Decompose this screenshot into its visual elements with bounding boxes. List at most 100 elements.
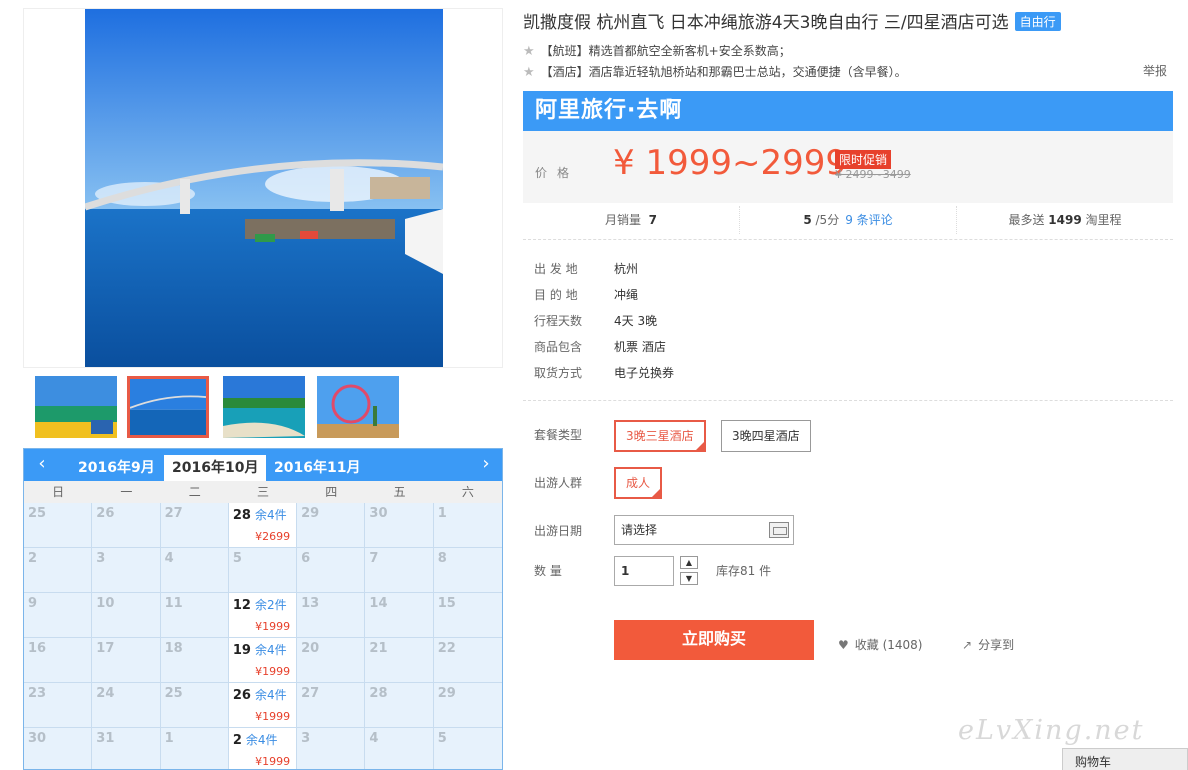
calendar-month-current[interactable]: 2016年10月 — [164, 455, 267, 481]
chevron-left-icon[interactable]: ‹ — [32, 453, 52, 474]
rating-value: 5 — [803, 213, 812, 227]
thumbnail-strip — [23, 372, 503, 444]
calendar-day: 31 — [92, 728, 161, 769]
cart-tab[interactable]: 购物车 — [1062, 748, 1188, 770]
calendar-day: 27 — [160, 503, 229, 548]
date-placeholder: 请选择 — [621, 523, 658, 537]
calendar-day-available[interactable]: 19 余4件 ¥1999 — [228, 638, 298, 683]
share-icon: ↗ — [962, 638, 973, 652]
price-panel: 阿里旅行·去啊 价格 ¥ 1999~2999 限时促销 ¥ 2499~3499 — [523, 91, 1173, 203]
calendar-day-available[interactable]: 2 余4件 ¥1999 — [228, 728, 298, 769]
travel-date-input[interactable]: 请选择 — [614, 515, 794, 545]
thumbnail-1[interactable] — [35, 376, 117, 438]
calendar-day: 5 — [433, 728, 502, 769]
info-value: 电子兑换券 — [614, 366, 675, 380]
crowd-option-adult[interactable]: 成人 — [614, 467, 663, 499]
weekday-label: 六 — [461, 485, 474, 499]
main-product-image — [85, 9, 443, 367]
weekday-label: 日 — [52, 485, 65, 499]
calendar-day: 4 — [365, 728, 434, 769]
calendar-day-number: 11 — [164, 596, 183, 611]
chevron-right-icon[interactable]: › — [476, 453, 496, 474]
calendar-day-number: 28 — [232, 508, 251, 523]
calendar-day: 2 — [24, 548, 93, 593]
calendar-day-price: ¥2699 — [255, 530, 291, 543]
weekday-label: 五 — [393, 485, 406, 499]
feature-flight: ★ 【航班】精选首都航空全新客机+安全系数高； — [523, 42, 791, 59]
quantity-down-button[interactable]: ▼ — [680, 572, 698, 585]
info-value: 杭州 — [614, 262, 639, 276]
calendar-day: 13 — [297, 593, 366, 638]
calendar-day: 23 — [24, 683, 93, 728]
info-value: 机票 酒店 — [614, 340, 666, 354]
promo-badge: 限时促销 — [835, 150, 892, 169]
calendar-day-number: 12 — [232, 598, 251, 613]
calendar-day-number: 4 — [164, 551, 174, 566]
calendar-day-number: 23 — [28, 686, 47, 701]
reviews-link[interactable]: 9 条评论 — [845, 213, 892, 227]
calendar-day-number: 5 — [437, 731, 447, 746]
points: 最多送 1499 淘里程 — [957, 206, 1173, 234]
calendar-day-number: 10 — [96, 596, 115, 611]
weekday-label: 一 — [120, 485, 133, 499]
calendar-day-price: ¥1999 — [255, 665, 291, 678]
calendar-day-stock: 余2件 — [254, 598, 287, 612]
share-button[interactable]: ↗ 分享到 — [962, 636, 1014, 653]
calendar-day-available[interactable]: 26 余4件 ¥1999 — [228, 683, 298, 728]
thumbnail-4[interactable] — [317, 376, 399, 438]
info-value: 冲绳 — [614, 288, 639, 302]
calendar-icon[interactable] — [769, 522, 789, 538]
favorite-button[interactable]: ♥ 收藏 (1408) — [838, 636, 922, 653]
calendar-day-stock: 余4件 — [254, 688, 287, 702]
calendar-day-number: 7 — [369, 551, 379, 566]
calendar-day-number: 8 — [437, 551, 447, 566]
calendar-day: 11 — [160, 593, 229, 638]
calendar-day: 8 — [433, 548, 502, 593]
info-label: 取货方式 — [534, 366, 583, 380]
calendar-day-number: 28 — [369, 686, 388, 701]
thumbnail-3[interactable] — [223, 376, 305, 438]
calendar-day: 3 — [92, 548, 161, 593]
original-price: ¥ 2499~3499 — [835, 168, 911, 181]
calendar-month-next[interactable]: 2016年11月 — [266, 455, 368, 481]
calendar-day: 27 — [297, 683, 366, 728]
calendar-day-available[interactable]: 12 余2件 ¥1999 — [228, 593, 298, 638]
calendar-day-number: 2 — [232, 733, 242, 748]
calendar-month-prev[interactable]: 2016年9月 — [70, 455, 163, 481]
calendar-day: 17 — [92, 638, 161, 683]
calendar-day-number: 25 — [28, 506, 47, 521]
calendar-day-number: 21 — [369, 641, 388, 656]
calendar-day: 15 — [433, 593, 502, 638]
points-prefix: 最多送 — [1008, 213, 1045, 227]
package-option-4star[interactable]: 3晚四星酒店 — [721, 420, 811, 452]
info-label: 商品包含 — [534, 340, 583, 354]
calendar-day-number: 3 — [96, 551, 106, 566]
calendar-day-number: 13 — [301, 596, 320, 611]
calendar-day: 9 — [24, 593, 93, 638]
product-stats: 月销量 7 5 /5分 9 条评论 最多送 1499 淘里程 — [523, 206, 1173, 240]
calendar-grid: 25 26 27 28 余4件 ¥2699 29 30 1 2 3 4 5 6 7 8 9 10 11 12 余2件 ¥1… — [24, 503, 502, 769]
weekday-label: 二 — [188, 485, 201, 499]
calendar-day-stock: 余4件 — [254, 643, 287, 657]
package-option-3star[interactable]: 3晚三星酒店 — [614, 420, 706, 452]
calendar-day: 5 — [228, 548, 298, 593]
calendar-day-number: 16 — [28, 641, 47, 656]
calendar-day: 29 — [297, 503, 366, 548]
price-label: 价格 — [535, 166, 580, 180]
calendar-day: 24 — [92, 683, 161, 728]
feature-text: 【航班】精选首都航空全新客机+安全系数高； — [540, 44, 791, 58]
calendar-day: 20 — [297, 638, 366, 683]
buy-now-button[interactable]: 立即购买 — [614, 620, 814, 660]
thumbnail-2[interactable] — [127, 376, 209, 438]
calendar-day-number: 30 — [28, 731, 47, 746]
star-icon: ★ — [523, 65, 535, 80]
calendar-day-number: 22 — [437, 641, 456, 656]
calendar-day: 25 — [160, 683, 229, 728]
report-link[interactable]: 举报 — [1143, 62, 1167, 79]
calendar-day-number: 1 — [437, 506, 447, 521]
quantity-up-button[interactable]: ▲ — [680, 556, 698, 569]
quantity-input[interactable]: 1 — [614, 556, 674, 586]
favorite-label: 收藏 (1408) — [854, 638, 923, 652]
calendar-day-available[interactable]: 28 余4件 ¥2699 — [228, 503, 298, 548]
sales-value: 7 — [648, 213, 657, 227]
